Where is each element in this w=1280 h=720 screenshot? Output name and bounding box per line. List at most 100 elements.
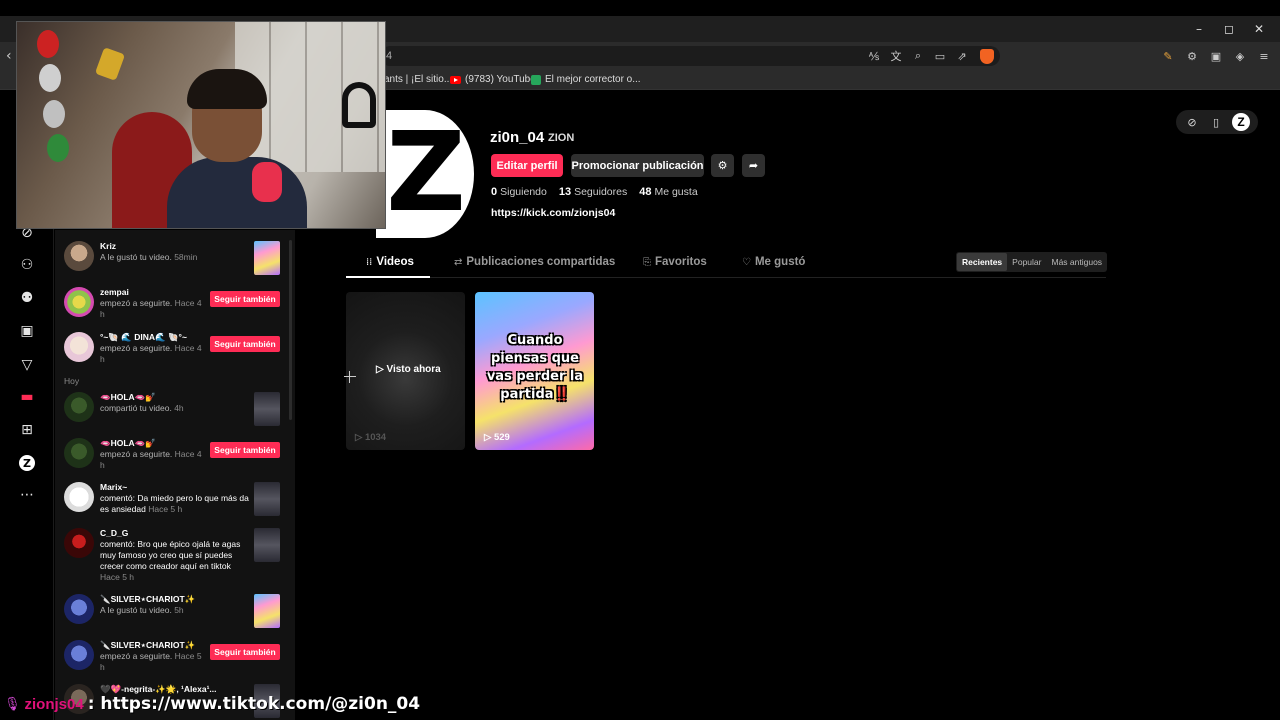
vpn-icon[interactable]: ◈ <box>1232 48 1248 64</box>
following-icon[interactable]: ⚇ <box>18 256 36 274</box>
video-thumbnail[interactable] <box>254 528 280 562</box>
inbox-icon[interactable]: ▽ <box>18 356 36 374</box>
profile-icon[interactable]: Z <box>18 454 36 472</box>
friends-icon[interactable]: ⚉ <box>18 289 36 307</box>
cast-icon[interactable]: ▭ <box>932 48 948 64</box>
notification-text: comentó: Da miedo pero lo que más da es … <box>100 493 249 514</box>
z-logo-icon: Z <box>386 110 466 236</box>
stream-overlay: 🎙 zionjs04 : https://www.tiktok.com/@zi0… <box>4 693 420 715</box>
tab-favorites[interactable]: ⎘ Favoritos <box>643 256 707 268</box>
tab-liked[interactable]: ♡ Me gustó <box>742 256 805 268</box>
avatar[interactable] <box>64 438 94 468</box>
notification-user[interactable]: 🔪SILVER⋆CHARIOT✨ <box>100 640 195 651</box>
promote-post-button[interactable]: Promocionar publicación <box>571 154 704 177</box>
avatar[interactable] <box>64 241 94 271</box>
translate-icon[interactable]: 文 <box>888 48 904 64</box>
notification-text: empezó a seguirte. Hace 4 h <box>100 449 202 470</box>
address-bar-icons: ⅍ 文 ⌕ ▭ ⇗ <box>866 48 994 64</box>
brush-icon[interactable]: ✎ <box>1160 48 1176 64</box>
window-controls: – ◻ ✕ <box>1184 16 1274 42</box>
youtube-icon <box>450 75 461 84</box>
follow-back-button[interactable]: Seguir también <box>210 291 280 307</box>
avatar[interactable] <box>64 332 94 362</box>
notification-user[interactable]: zempai <box>100 287 129 297</box>
settings-gear-icon[interactable]: ⚙ <box>711 154 734 177</box>
avatar[interactable] <box>64 640 94 670</box>
url-text: 4 <box>386 50 393 62</box>
device-icon[interactable]: ▯ <box>1208 114 1224 130</box>
tab-videos[interactable]: ⁞⁞ Videos <box>366 256 414 268</box>
avatar[interactable] <box>64 287 94 317</box>
zoom-icon[interactable]: ⌕ <box>910 48 926 64</box>
follow-back-button[interactable]: Seguir también <box>210 336 280 352</box>
address-bar[interactable]: 4 ⅍ 文 ⌕ ▭ ⇗ <box>380 46 1000 66</box>
notification-user[interactable]: 🫦HOLA🫦💅 <box>100 392 156 403</box>
activity-scrollbar[interactable] <box>289 240 292 420</box>
activity-panel: Kriz A le gustó tu video. 58min zempai e… <box>55 230 295 720</box>
sort-oldest[interactable]: Más antiguos <box>1046 253 1107 271</box>
minimize-button[interactable]: – <box>1184 16 1214 42</box>
notification-user[interactable]: °~🐚 🌊 DINA🌊 🐚°~ <box>100 332 187 343</box>
balloon-letter <box>47 134 69 162</box>
active-tab-underline <box>346 276 430 278</box>
sort-popular[interactable]: Popular <box>1007 253 1046 271</box>
edit-profile-button[interactable]: Editar perfil <box>491 154 563 177</box>
tab-reposts[interactable]: ⇄ Publicaciones compartidas <box>454 256 615 268</box>
live-icon[interactable]: ▣ <box>18 322 36 340</box>
more-icon[interactable]: ⋯ <box>18 486 36 504</box>
video-card[interactable]: ▷ Visto ahora ▷ 1034 <box>346 292 465 450</box>
video-thumbnail[interactable] <box>254 241 280 275</box>
notification-text: A le gustó tu video. 5h <box>100 605 184 615</box>
share-icon[interactable]: ⇗ <box>954 48 970 64</box>
follow-back-button[interactable]: Seguir también <box>210 644 280 660</box>
bookmark-youtube[interactable]: (9783) YouTube <box>450 74 536 85</box>
upload-icon[interactable]: ⊞ <box>18 421 36 439</box>
top-right-tools: ⊘ ▯ Z <box>1176 110 1258 134</box>
mouse-cursor <box>344 371 356 383</box>
notification-user[interactable]: Kriz <box>100 241 116 251</box>
bookmark-corrector[interactable]: El mejor corrector o... <box>531 74 641 85</box>
avatar[interactable] <box>64 528 94 558</box>
close-button[interactable]: ✕ <box>1244 16 1274 42</box>
notification-user[interactable]: Marix~ <box>100 482 127 492</box>
extension-icons: ✎ ⚙ ▣ ◈ ≡ <box>1160 48 1272 64</box>
profile-username: zi0n_04 <box>490 129 545 146</box>
bookmark-item[interactable]: ants | ¡El sitio... <box>384 74 452 85</box>
menu-icon[interactable]: ≡ <box>1256 48 1272 64</box>
bio-link[interactable]: https://kick.com/zionjs04 <box>491 207 615 219</box>
extensions-icon[interactable]: ⚙ <box>1184 48 1200 64</box>
notification-user[interactable]: 🔪SILVER⋆CHARIOT✨ <box>100 594 195 605</box>
avatar[interactable] <box>64 594 94 624</box>
bookmark-label: El mejor corrector o... <box>545 74 641 85</box>
translate-off-icon[interactable]: ⅍ <box>866 48 882 64</box>
video-thumbnail[interactable] <box>254 594 280 628</box>
headphones <box>342 82 376 128</box>
sort-recent[interactable]: Recientes <box>957 253 1008 271</box>
sidebar-icon[interactable]: ▣ <box>1208 48 1224 64</box>
brave-shield-icon[interactable] <box>980 49 994 64</box>
grid-icon: ⁞⁞ <box>366 256 373 268</box>
avatar[interactable] <box>64 482 94 512</box>
notification-user[interactable]: 🫦HOLA🫦💅 <box>100 438 156 449</box>
share-arrow-icon[interactable]: ➦ <box>742 154 765 177</box>
avatar[interactable] <box>64 392 94 422</box>
video-thumbnail[interactable] <box>254 482 280 516</box>
compass-icon[interactable]: ⊘ <box>1184 114 1200 130</box>
view-count: ▷ 529 <box>484 432 510 443</box>
profile-avatar[interactable]: Z <box>376 110 474 238</box>
activity-icon[interactable]: ▬ <box>18 388 36 406</box>
notification-user[interactable]: C_D_G <box>100 528 128 538</box>
follow-back-button[interactable]: Seguir también <box>210 442 280 458</box>
notification-text: empezó a seguirte. Hace 4 h <box>100 343 202 364</box>
followers-stat[interactable]: 13 Seguidores <box>559 186 627 198</box>
following-stat[interactable]: 0 Siguiendo <box>491 186 547 198</box>
back-arrow-icon[interactable]: ‹ <box>6 48 12 64</box>
account-avatar-icon[interactable]: Z <box>1232 113 1250 131</box>
maximize-button[interactable]: ◻ <box>1214 16 1244 42</box>
video-card[interactable]: Cuando piensas que vas perder la partida… <box>475 292 594 450</box>
notification-text: compartió tu video. 4h <box>100 403 184 413</box>
sort-toggle: Recientes Popular Más antiguos <box>956 252 1108 272</box>
view-count: ▷ 1034 <box>355 432 387 443</box>
notification-text: empezó a seguirte. Hace 5 h <box>100 651 202 672</box>
video-thumbnail[interactable] <box>254 392 280 426</box>
